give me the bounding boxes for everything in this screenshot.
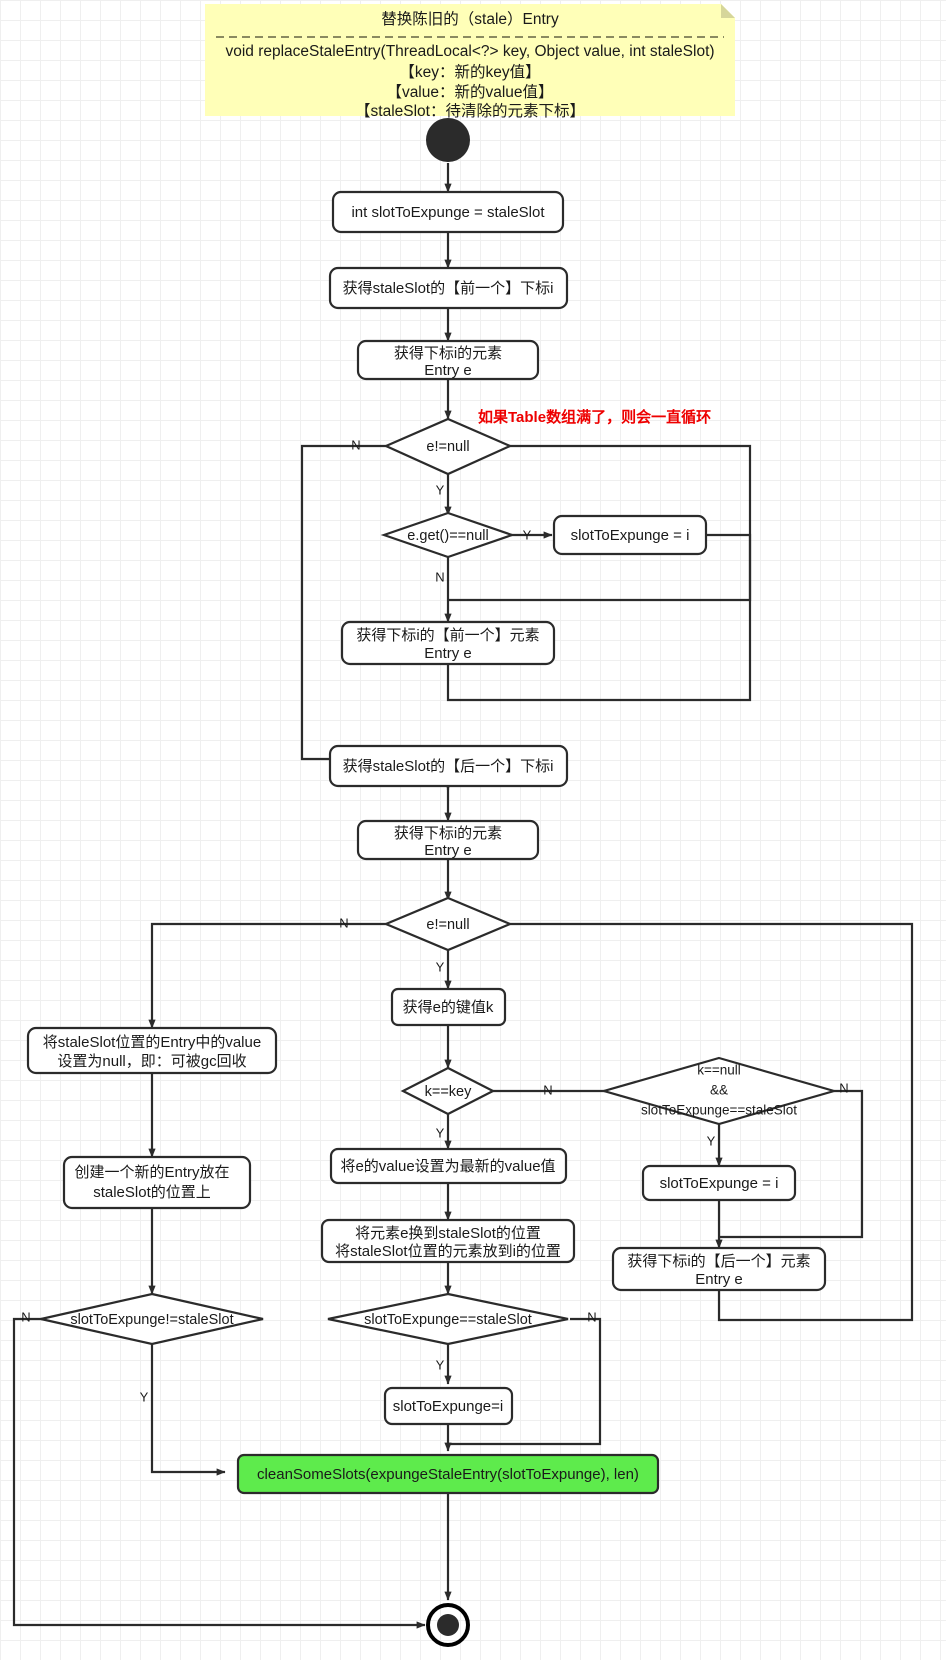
node-label: slotToExpunge=i bbox=[393, 1398, 504, 1415]
edge-d3-no bbox=[148, 922, 401, 1029]
note-param-staleslot: 【staleSlot：待清除的元素下标】 bbox=[355, 102, 585, 120]
decision-e-not-null-a: e!=null bbox=[383, 417, 513, 476]
decision-e-get-null: e.get()==null bbox=[380, 511, 516, 559]
node-label: 将e的value设置为最新的value值 bbox=[340, 1158, 555, 1175]
node-null-out-value: 将staleSlot位置的Entry中的value 设置为null，即：可被gc… bbox=[26, 1026, 278, 1075]
node-label: slotToExpunge = i bbox=[571, 527, 690, 544]
node-label-line2: Entry e bbox=[424, 842, 472, 859]
decision-label-line3: slotToExpunge==staleSlot bbox=[641, 1103, 797, 1118]
decision-slot-ne-staleslot: slotToExpunge!=staleSlot bbox=[40, 1292, 264, 1346]
node-label: 获得staleSlot的【前一个】下标i bbox=[343, 280, 554, 297]
decision-label: e.get()==null bbox=[407, 528, 488, 544]
node-label-line1: 获得下标i的元素 bbox=[394, 825, 502, 842]
node-label-line1: 将元素e换到staleSlot的位置 bbox=[355, 1225, 541, 1242]
decision-label-line2: && bbox=[710, 1083, 728, 1098]
node-swap-entries: 将元素e换到staleSlot的位置 将staleSlot位置的元素放到i的位置 bbox=[320, 1218, 576, 1264]
node-label: int slotToExpunge = staleSlot bbox=[351, 204, 545, 221]
node-label: 获得staleSlot的【后一个】下标i bbox=[343, 758, 554, 775]
red-annotation: 如果Table数组满了，则会一直循环 bbox=[478, 408, 711, 426]
node-clean-some-slots: cleanSomeSlots(expungeStaleEntry(slotToE… bbox=[236, 1453, 660, 1495]
note-signature: void replaceStaleEntry(ThreadLocal<?> ke… bbox=[225, 43, 714, 60]
node-label-line2: Entry e bbox=[695, 1271, 743, 1288]
node-set-slottoexpunge-a: slotToExpunge = i bbox=[552, 514, 708, 556]
decision-k-equals-key: k==key bbox=[400, 1066, 496, 1116]
edge-label-d3-no: N bbox=[339, 915, 348, 930]
node-label-line2: 将staleSlot位置的元素放到i的位置 bbox=[335, 1243, 561, 1260]
note-param-key: 【key：新的key值】 bbox=[399, 63, 540, 81]
edge-label-d2-yes: Y bbox=[523, 527, 532, 542]
decision-e-not-null-b: e!=null bbox=[383, 896, 513, 952]
node-get-entry-at-i-a: 获得下标i的元素 Entry e bbox=[356, 339, 540, 381]
node-label-line2: Entry e bbox=[424, 645, 472, 662]
node-get-key-k: 获得e的键值k bbox=[390, 987, 507, 1027]
decision-label: e!=null bbox=[426, 917, 469, 933]
node-init-slottoexpunge: int slotToExpunge = staleSlot bbox=[331, 190, 565, 234]
node-get-entry-at-i-b: 获得下标i的元素 Entry e bbox=[356, 819, 540, 861]
edge-d1-no bbox=[300, 444, 448, 761]
node-get-next-entry: 获得下标i的【后一个】元素 Entry e bbox=[611, 1246, 827, 1292]
edge-label-d4-no: N bbox=[543, 1082, 552, 1097]
node-create-new-entry: 创建一个新的Entry放在 staleSlot的位置上 bbox=[62, 1155, 252, 1210]
node-label-line1: 获得下标i的【后一个】元素 bbox=[627, 1253, 810, 1270]
note-heading: 替换陈旧的（stale）Entry bbox=[381, 10, 559, 28]
node-label-line2: Entry e bbox=[424, 362, 472, 379]
edge-label-d5-no: N bbox=[839, 1080, 848, 1095]
node-label-line1: 获得下标i的【前一个】元素 bbox=[356, 627, 539, 644]
node-label-line2: staleSlot的位置上 bbox=[93, 1184, 211, 1201]
note-fold-corner bbox=[721, 4, 735, 18]
edge-label-d3-yes: Y bbox=[436, 959, 445, 974]
node-label: 获得e的键值k bbox=[403, 999, 494, 1016]
node-get-prev-index: 获得staleSlot的【前一个】下标i bbox=[328, 266, 569, 310]
edge-label-d1-yes: Y bbox=[436, 482, 445, 497]
node-label-line1: 获得下标i的元素 bbox=[394, 345, 502, 362]
decision-label: slotToExpunge!=staleSlot bbox=[70, 1312, 233, 1328]
start-node bbox=[426, 118, 470, 162]
note-param-value: 【value：新的value值】 bbox=[386, 83, 553, 101]
node-label-line2: 设置为null，即：可被gc回收 bbox=[57, 1053, 246, 1070]
decision-slot-eq-staleslot: slotToExpunge==staleSlot bbox=[327, 1292, 569, 1346]
decision-label: e!=null bbox=[426, 439, 469, 455]
node-slottoexpunge-equals-i: slotToExpunge=i bbox=[383, 1386, 514, 1426]
node-label-line1: 将staleSlot位置的Entry中的value bbox=[43, 1034, 261, 1051]
decision-label: slotToExpunge==staleSlot bbox=[364, 1312, 532, 1328]
edge-label-d7-yes: Y bbox=[436, 1357, 445, 1372]
end-node bbox=[426, 1603, 470, 1647]
edge-label-d6-yes: Y bbox=[140, 1389, 149, 1404]
node-update-value: 将e的value设置为最新的value值 bbox=[329, 1147, 568, 1185]
node-get-prev-entry: 获得下标i的【前一个】元素 Entry e bbox=[340, 620, 556, 666]
edge-label-d5-yes: Y bbox=[707, 1133, 716, 1148]
title-note: 替换陈旧的（stale）Entry void replaceStaleEntry… bbox=[205, 4, 735, 120]
flowchart-svg: 替换陈旧的（stale）Entry void replaceStaleEntry… bbox=[12, 4, 914, 1647]
decision-label-line1: k==null bbox=[697, 1063, 741, 1078]
edge-d6-yes bbox=[150, 1344, 226, 1476]
edge-label-d4-yes: Y bbox=[436, 1125, 445, 1140]
edge-label-d7-no: N bbox=[587, 1309, 596, 1324]
edge-label-d6-no: N bbox=[21, 1309, 30, 1324]
node-label-line1: 创建一个新的Entry放在 bbox=[74, 1164, 229, 1181]
node-label: cleanSomeSlots(expungeStaleEntry(slotToE… bbox=[257, 1466, 639, 1483]
node-get-next-index: 获得staleSlot的【后一个】下标i bbox=[328, 744, 569, 788]
node-set-slottoexpunge-b: slotToExpunge = i bbox=[641, 1164, 797, 1202]
decision-k-null-and-slot: k==null && slotToExpunge==staleSlot bbox=[600, 1056, 838, 1126]
flowchart-canvas: 替换陈旧的（stale）Entry void replaceStaleEntry… bbox=[0, 0, 946, 1660]
decision-label: k==key bbox=[425, 1084, 472, 1100]
edge-label-d1-no: N bbox=[351, 437, 360, 452]
edge-label-d2-no: N bbox=[435, 569, 444, 584]
node-label: slotToExpunge = i bbox=[660, 1175, 779, 1192]
